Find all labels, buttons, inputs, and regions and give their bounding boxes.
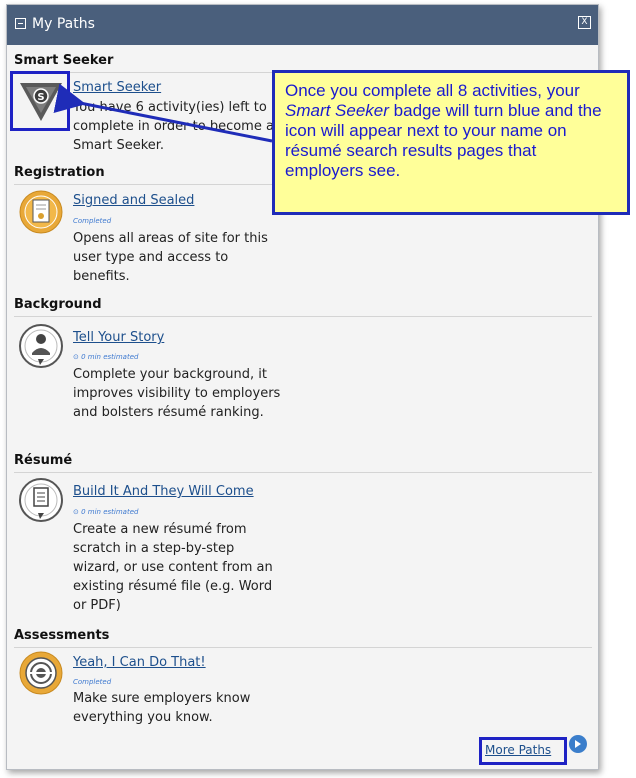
arrow-line [53,83,273,143]
callout-arrow [53,83,273,143]
